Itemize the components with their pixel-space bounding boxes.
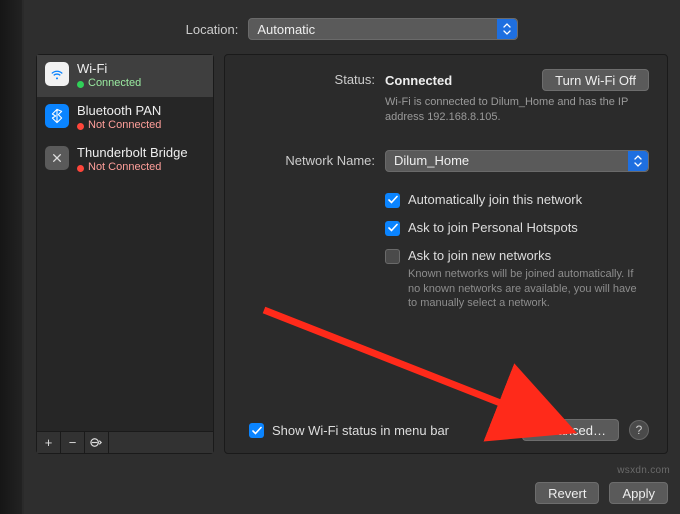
show-status-label: Show Wi-Fi status in menu bar — [272, 423, 449, 438]
status-label: Status: — [243, 69, 375, 126]
sidebar-item-status: Connected — [77, 77, 141, 91]
ask-hotspot-label: Ask to join Personal Hotspots — [408, 220, 578, 235]
sidebar-item-label: Bluetooth PAN — [77, 103, 161, 119]
sidebar-item-status: Not Connected — [77, 119, 161, 133]
show-status-checkbox[interactable] — [249, 423, 264, 438]
network-name-value: Dilum_Home — [394, 153, 469, 168]
advanced-button[interactable]: Advanced… — [522, 419, 619, 441]
location-value: Automatic — [257, 22, 315, 37]
ask-new-checkbox[interactable] — [385, 249, 400, 264]
chevron-updown-icon — [628, 151, 648, 171]
status-dot-icon — [77, 165, 84, 172]
sidebar-item-bluetooth-pan[interactable]: Bluetooth PAN Not Connected — [37, 97, 213, 139]
sidebar-item-label: Wi-Fi — [77, 61, 141, 77]
thunderbolt-icon — [45, 146, 69, 170]
wifi-icon — [45, 62, 69, 86]
network-name-select[interactable]: Dilum_Home — [385, 150, 649, 172]
location-label: Location: — [186, 22, 239, 37]
ask-new-description: Known networks will be joined automatica… — [408, 267, 638, 312]
ask-hotspot-checkbox[interactable] — [385, 221, 400, 236]
bluetooth-icon — [45, 104, 69, 128]
revert-button[interactable]: Revert — [535, 482, 599, 504]
location-select[interactable]: Automatic — [248, 18, 518, 40]
sidebar-item-thunderbolt-bridge[interactable]: Thunderbolt Bridge Not Connected — [37, 139, 213, 181]
add-network-button[interactable]: + — [37, 432, 61, 453]
help-button[interactable]: ? — [629, 420, 649, 440]
turn-wifi-off-button[interactable]: Turn Wi-Fi Off — [542, 69, 649, 91]
sidebar-item-wifi[interactable]: Wi-Fi Connected — [37, 55, 213, 97]
sidebar-item-status: Not Connected — [77, 161, 188, 175]
auto-join-label: Automatically join this network — [408, 192, 582, 207]
network-options-button[interactable] — [85, 432, 109, 453]
auto-join-checkbox[interactable] — [385, 193, 400, 208]
status-value: Connected — [385, 73, 452, 88]
status-description: Wi-Fi is connected to Dilum_Home and has… — [385, 95, 635, 126]
ask-new-label: Ask to join new networks — [408, 248, 638, 263]
main-panel: Status: Connected Turn Wi-Fi Off Wi-Fi i… — [224, 54, 668, 454]
network-name-label: Network Name: — [243, 150, 375, 172]
status-dot-icon — [77, 81, 84, 88]
chevron-updown-icon — [497, 19, 517, 39]
apply-button[interactable]: Apply — [609, 482, 668, 504]
remove-network-button[interactable]: − — [61, 432, 85, 453]
watermark: wsxdn.com — [617, 465, 670, 476]
sidebar-item-label: Thunderbolt Bridge — [77, 145, 188, 161]
network-sidebar: Wi-Fi Connected Bluetooth PAN — [36, 54, 214, 454]
status-dot-icon — [77, 123, 84, 130]
